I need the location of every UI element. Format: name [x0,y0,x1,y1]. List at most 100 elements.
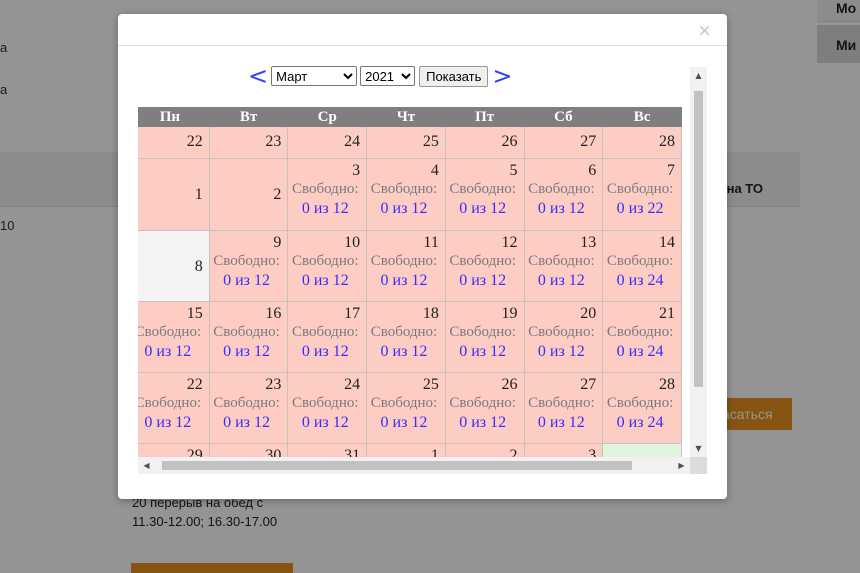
vertical-scrollbar[interactable]: ▲ ▼ [690,67,707,457]
free-label: Свободно: [292,324,359,340]
calendar-day-cell[interactable]: 1 [366,443,446,457]
calendar-day-cell[interactable]: 2 [208,158,289,231]
next-month-icon[interactable]: > [492,64,512,88]
calendar-day-cell[interactable]: 24 [287,126,368,159]
free-slots-count[interactable]: 0 из 12 [448,199,518,218]
calendar-day-cell[interactable]: 24 Свободно: 0 из 12 [287,372,368,444]
month-select[interactable]: Март [271,66,358,86]
free-label: Свободно: [370,253,438,269]
calendar-day-cell[interactable]: 18 Свободно: 0 из 12 [366,301,446,373]
calendar-body: 22 23 24 25 26 27 28 1 2 3 Свободно: 0 из 12 4 Свобод… [138,126,682,457]
free-slots-count[interactable]: 0 из 12 [369,342,439,361]
day-number: 27 [580,376,597,393]
calendar-day-cell[interactable]: 23 Свободно: 0 из 12 [208,372,289,444]
calendar-day-cell[interactable]: 3 [523,443,604,457]
free-slots-count[interactable]: 0 из 12 [369,271,439,290]
calendar-day-cell[interactable]: 28 Свободно: 0 из 24 [602,372,682,444]
calendar-day-cell[interactable]: 10 Свободно: 0 из 12 [287,230,368,302]
free-slots-count[interactable]: 0 из 12 [448,342,518,361]
vertical-scroll-thumb[interactable] [694,91,703,387]
day-number: 28 [659,133,675,150]
free-slots-count[interactable]: 0 из 12 [138,342,203,361]
calendar-day-cell[interactable]: 1 [138,158,210,231]
calendar-day-cell[interactable]: 20 Свободно: 0 из 12 [523,301,604,373]
day-number: 5 [509,162,518,179]
day-number: 14 [659,234,675,251]
free-label: Свободно: [449,395,516,411]
calendar-day-cell[interactable]: 16 Свободно: 0 из 12 [208,301,289,373]
calendar-day-cell[interactable]: 12 Свободно: 0 из 12 [444,230,525,302]
day-number: 22 [186,376,203,393]
prev-month-icon[interactable]: < [248,64,268,88]
free-label: Свободно: [213,324,280,340]
free-slots-count[interactable]: 0 из 12 [290,413,360,432]
calendar-day-cell[interactable]: 25 Свободно: 0 из 12 [366,372,446,444]
free-slots-count[interactable]: 0 из 12 [369,413,439,432]
year-select[interactable]: 2021 [360,66,416,86]
calendar-day-cell[interactable]: 21 Свободно: 0 из 24 [602,301,682,373]
free-slots-count[interactable]: 0 из 12 [527,413,597,432]
weekday-header: Чт [366,107,446,127]
calendar-day-cell[interactable]: 11 Свободно: 0 из 12 [366,230,446,302]
calendar-day-cell[interactable]: 17 Свободно: 0 из 12 [287,301,368,373]
calendar-day-cell[interactable]: 26 [444,126,525,159]
free-slots-count[interactable]: 0 из 12 [448,271,518,290]
calendar-day-cell[interactable]: 30 [208,443,289,457]
free-slots-count[interactable]: 0 из 12 [212,413,282,432]
free-slots-count[interactable]: 0 из 22 [605,199,675,218]
calendar-day-cell[interactable]: 15 Свободно: 0 из 12 [138,301,210,373]
calendar-day-cell[interactable]: 22 [138,126,210,159]
free-slots-count[interactable]: 0 из 24 [605,413,675,432]
free-slots-count[interactable]: 0 из 12 [290,342,360,361]
calendar-day-cell[interactable]: 3 Свободно: 0 из 12 [287,158,368,231]
horizontal-scroll-thumb[interactable] [162,461,632,470]
close-icon[interactable]: × [698,20,711,42]
free-slots-count[interactable]: 0 из 12 [448,413,518,432]
calendar-day-cell[interactable]: 6 Свободно: 0 из 12 [523,158,604,231]
calendar-day-cell[interactable]: 19 Свободно: 0 из 12 [444,301,525,373]
scroll-down-icon[interactable]: ▼ [690,440,707,457]
calendar-day-cell[interactable]: 5 Свободно: 0 из 12 [444,158,525,231]
free-slots-count[interactable]: 0 из 12 [369,199,439,218]
calendar-scroll-area[interactable]: Пн Вт Ср Чт Пт Сб Вс 22 23 24 25 26 27 28 1 2 3 Свободно… [138,107,690,457]
free-slots-count[interactable]: 0 из 24 [605,271,675,290]
show-button[interactable]: Показать [419,65,489,87]
calendar-day-cell[interactable]: 23 [208,126,289,159]
horizontal-scrollbar[interactable]: ◀ ▶ [138,457,690,474]
calendar-day-cell[interactable]: 26 Свободно: 0 из 12 [444,372,525,444]
month-navigation: < Март 2021 Показать > [248,62,512,90]
calendar-day-cell[interactable]: 14 Свободно: 0 из 24 [602,230,682,302]
free-slots-count[interactable]: 0 из 12 [527,342,597,361]
calendar-day-cell[interactable]: 9 Свободно: 0 из 12 [208,230,289,302]
free-slots-count[interactable]: 0 из 24 [605,342,675,361]
calendar-day-cell[interactable]: 25 [366,126,446,159]
calendar-day-cell[interactable]: 4 Свободно: 0 из 12 [366,158,446,231]
calendar-day-cell[interactable]: 28 [602,126,682,159]
free-slots-count[interactable]: 0 из 12 [290,199,360,218]
calendar-day-cell[interactable]: 31 [287,443,368,457]
day-number: 2 [509,447,518,457]
day-number: 16 [265,305,282,322]
calendar-day-cell[interactable]: 13 Свободно: 0 из 12 [523,230,604,302]
free-slots-count[interactable]: 0 из 12 [138,413,203,432]
scroll-right-icon[interactable]: ▶ [673,457,690,474]
free-slots-count[interactable]: 0 из 12 [290,271,360,290]
scroll-left-icon[interactable]: ◀ [138,457,155,474]
calendar-day-cell[interactable]: 8 [138,230,210,302]
free-slots-count[interactable]: 0 из 12 [527,271,597,290]
free-slots-count[interactable]: 0 из 12 [212,342,282,361]
calendar-day-cell[interactable] [602,443,682,457]
calendar-day-cell[interactable]: 2 [444,443,525,457]
free-slots-count[interactable]: 0 из 12 [527,199,597,218]
calendar-day-cell[interactable]: 22 Свободно: 0 из 12 [138,372,210,444]
calendar-table: Пн Вт Ср Чт Пт Сб Вс 22 23 24 25 26 27 28 1 2 3 Свободно… [138,107,682,457]
weekday-header: Пн [138,107,210,127]
calendar-day-cell[interactable]: 27 [523,126,604,159]
calendar-day-cell[interactable]: 29 [138,443,210,457]
weekday-header: Вс [602,107,682,127]
free-label: Свободно: [528,181,595,197]
free-slots-count[interactable]: 0 из 12 [212,271,282,290]
calendar-day-cell[interactable]: 27 Свободно: 0 из 12 [523,372,604,444]
scroll-up-icon[interactable]: ▲ [690,67,707,84]
calendar-day-cell[interactable]: 7 Свободно: 0 из 22 [602,158,682,231]
